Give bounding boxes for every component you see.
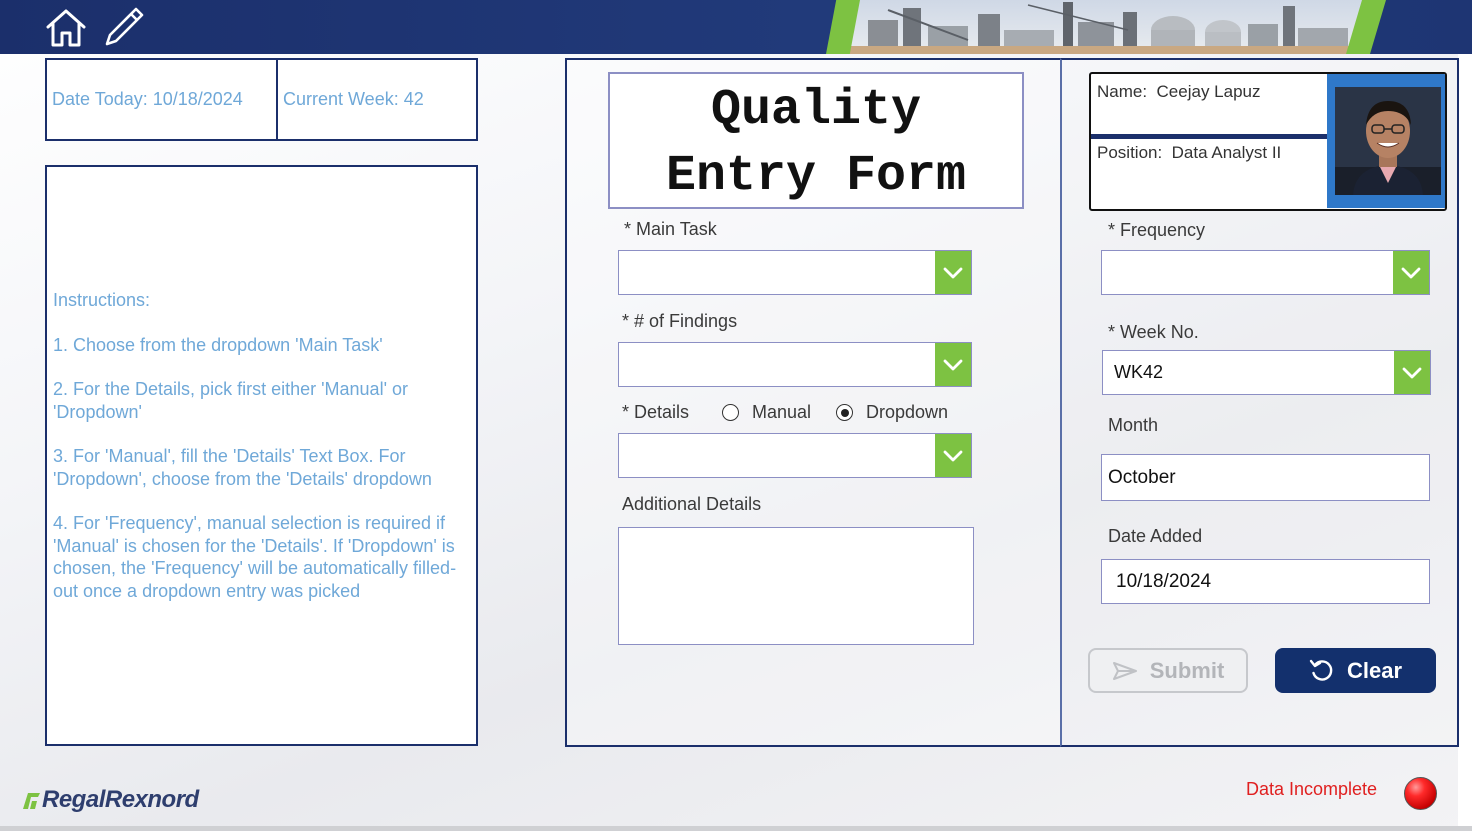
window-edge [1458,54,1472,831]
pencil-icon [105,7,144,46]
top-bar [0,0,1472,54]
status-indicator-icon [1404,777,1437,810]
form-title: Quality Entry Form [608,72,1024,209]
home-icon [46,9,86,47]
week-no-value: WK42 [1114,362,1164,382]
logo-text: RegalRexnord [42,786,199,813]
chevron-down-icon[interactable] [935,251,971,294]
instructions-heading: Instructions: [53,290,151,310]
chevron-down-icon[interactable] [935,343,971,386]
home-button[interactable] [44,7,88,49]
position-label: Position: [1097,143,1163,162]
chevron-down-icon[interactable] [1394,351,1430,394]
instruction-step: 1. Choose from the dropdown 'Main Task' [53,334,383,355]
submit-button[interactable]: Submit [1088,648,1248,693]
form-title-line: Quality [710,82,922,139]
clear-label: Clear [1346,657,1403,683]
name-value: Ceejay Lapuz [1156,82,1261,101]
edit-button[interactable] [102,5,146,49]
main-task-dropdown[interactable] [618,250,972,295]
dropdown-radio-label[interactable]: Dropdown [866,402,948,423]
date-added-field[interactable]: 10/18/2024 [1101,559,1430,604]
date-today: Date Today: 10/18/2024 [47,60,278,139]
dropdown-radio[interactable] [836,404,853,421]
current-week: Current Week: 42 [283,89,424,109]
position-value: Data Analyst II [1171,143,1282,162]
clear-button[interactable]: Clear [1275,648,1436,693]
logo-mark-icon [23,793,40,809]
frequency-value [1102,251,1393,294]
manual-radio-label[interactable]: Manual [752,402,811,423]
week-no-label: * Week No. [1108,322,1199,342]
month-label: Month [1108,415,1159,435]
position-row: Position: Data Analyst II [1091,139,1327,209]
date-week-box: Date Today: 10/18/2024 Current Week: 42 [45,58,478,141]
company-logo: RegalRexnord [20,785,199,815]
date-added-label: Date Added [1108,526,1203,546]
frequency-dropdown[interactable] [1101,250,1430,295]
chevron-down-icon[interactable] [1393,251,1429,294]
radio-selected-dot [840,408,849,417]
chevron-down-icon[interactable] [935,434,971,477]
name-row: Name: Ceejay Lapuz [1091,74,1327,134]
main-task-value [619,251,935,294]
form-title-line: Entry Form [665,148,967,205]
details-label: * Details [622,402,690,422]
undo-icon [1309,659,1333,681]
details-dropdown[interactable] [618,433,972,478]
user-profile-card: Name: Ceejay Lapuz Position: Data Analys… [1089,72,1447,211]
findings-label: * # of Findings [622,311,738,331]
instruction-step: 3. For 'Manual', fill the 'Details' Text… [53,446,432,489]
submit-label: Submit [1149,657,1225,683]
details-value [619,434,935,477]
month-field[interactable]: October [1101,454,1430,501]
send-icon [1112,661,1137,680]
instruction-step: 4. For 'Frequency', manual selection is … [53,513,457,601]
week-no-dropdown[interactable]: WK42 [1102,350,1431,395]
instructions-panel: Instructions: 1. Choose from the dropdow… [45,165,478,746]
name-label: Name: [1097,82,1148,101]
avatar [1335,87,1441,195]
additional-details-label: Additional Details [622,494,762,514]
additional-details-textarea[interactable] [618,527,974,645]
findings-dropdown[interactable] [618,342,972,387]
manual-radio[interactable] [722,404,739,421]
instruction-step: 2. For the Details, pick first either 'M… [53,379,409,422]
status-text: Data Incomplete [1246,779,1378,799]
findings-value [619,343,935,386]
main-task-label: * Main Task [624,219,717,239]
bottom-strip [0,826,1472,831]
banner-image [828,0,1388,54]
frequency-label: * Frequency [1108,220,1206,240]
